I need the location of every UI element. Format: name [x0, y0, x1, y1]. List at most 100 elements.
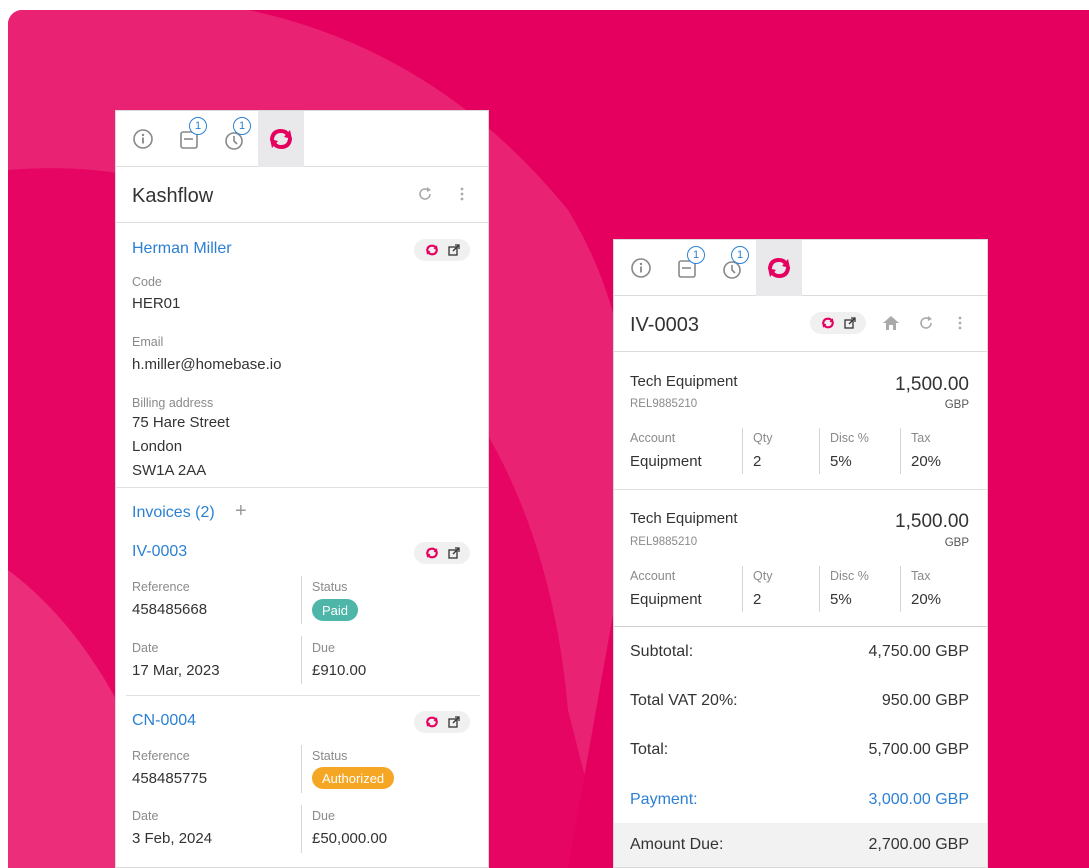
line-item-sku: REL9885210: [630, 536, 698, 548]
qty-label: Qty: [753, 431, 773, 445]
payment-value: 3,000.00 GBP: [868, 791, 969, 808]
line-item-currency: GBP: [944, 537, 969, 549]
contact-open-external-button[interactable]: [448, 244, 460, 256]
tab-info[interactable]: [618, 240, 664, 296]
refresh-button[interactable]: [914, 311, 938, 335]
panel-title: Kashflow: [132, 185, 214, 207]
email-label: Email: [132, 335, 164, 349]
invoice-number-link[interactable]: IV-0003: [132, 543, 187, 561]
divider: [614, 489, 987, 490]
tab-tasks[interactable]: 1: [664, 240, 710, 296]
invoice-actions: [414, 711, 470, 733]
billing-label: Billing address: [132, 396, 214, 410]
tasks-badge: 1: [189, 117, 207, 135]
tab-kashflow[interactable]: [756, 240, 802, 296]
more-button[interactable]: [450, 182, 474, 206]
sync-icon: [270, 128, 292, 150]
vat-label: Total VAT 20%:: [630, 692, 738, 709]
billing-line: SW1A 2AA: [132, 462, 207, 479]
more-button[interactable]: [948, 311, 972, 335]
reference-value: 458485668: [132, 601, 208, 618]
external-link-icon: [844, 317, 856, 329]
invoice-open-external-button[interactable]: [844, 317, 856, 329]
total-value: 5,700.00 GBP: [868, 741, 969, 758]
sync-icon: [822, 317, 834, 329]
refresh-button[interactable]: [413, 182, 437, 206]
info-icon: [133, 129, 153, 149]
qty-label: Qty: [753, 569, 773, 583]
status-label: Status: [312, 749, 348, 763]
external-link-icon: [448, 716, 460, 728]
home-icon: [883, 316, 899, 330]
billing-line: 75 Hare Street: [132, 414, 230, 431]
date-value: 3 Feb, 2024: [132, 830, 213, 847]
contact-panel: 1 1 Kashflow Herman Miller Code HER01 Em…: [115, 110, 489, 868]
invoice-sync-button[interactable]: [820, 316, 836, 330]
activity-badge: 1: [731, 246, 749, 264]
invoice-sync-button[interactable]: [424, 546, 440, 560]
divider: [301, 576, 302, 624]
status-label: Status: [312, 580, 348, 594]
reference-label: Reference: [132, 749, 190, 763]
divider: [116, 487, 488, 488]
refresh-icon: [419, 187, 431, 200]
subtotal-value: 4,750.00 GBP: [868, 643, 969, 660]
divider: [900, 428, 901, 474]
sync-icon: [768, 257, 790, 279]
due-value: £910.00: [312, 662, 367, 679]
tab-tasks[interactable]: 1: [166, 111, 212, 167]
tab-activity[interactable]: 1: [212, 111, 258, 167]
vat-value: 950.00 GBP: [881, 692, 969, 709]
divider: [126, 695, 480, 696]
divider: [819, 566, 820, 612]
tax-value: 20%: [911, 591, 942, 608]
add-invoice-button[interactable]: +: [235, 500, 247, 523]
home-button[interactable]: [879, 311, 903, 335]
divider: [614, 626, 987, 627]
refresh-icon: [920, 316, 932, 329]
line-item-name: Tech Equipment: [630, 510, 738, 527]
external-link-icon: [448, 547, 460, 559]
tab-info[interactable]: [120, 111, 166, 167]
account-value: Equipment: [630, 453, 702, 470]
divider: [301, 636, 302, 684]
date-value: 17 Mar, 2023: [132, 662, 220, 679]
panel-tabs: 1 1: [116, 111, 488, 167]
external-link-icon: [448, 244, 460, 256]
tax-label: Tax: [911, 431, 931, 445]
tax-value: 20%: [911, 453, 942, 470]
tax-label: Tax: [911, 569, 931, 583]
invoice-sync-button[interactable]: [424, 715, 440, 729]
date-label: Date: [132, 641, 159, 655]
contact-sync-button[interactable]: [424, 243, 440, 257]
divider: [301, 805, 302, 853]
account-value: Equipment: [630, 591, 702, 608]
more-vertical-icon: [460, 187, 464, 201]
code-value: HER01: [132, 295, 181, 312]
contact-name-link[interactable]: Herman Miller: [132, 240, 232, 258]
invoice-actions: [810, 312, 866, 334]
disc-value: 5%: [830, 453, 852, 470]
status-badge: Paid: [312, 599, 359, 621]
tasks-badge: 1: [687, 246, 705, 264]
account-label: Account: [630, 431, 676, 445]
tab-activity[interactable]: 1: [710, 240, 756, 296]
payment-label: Payment:: [630, 791, 698, 808]
tab-kashflow[interactable]: [258, 111, 304, 167]
panel-header: Kashflow: [116, 167, 488, 223]
invoice-number-link[interactable]: CN-0004: [132, 712, 196, 730]
qty-value: 2: [753, 591, 762, 608]
invoice-open-external-button[interactable]: [448, 547, 460, 559]
invoice-open-external-button[interactable]: [448, 716, 460, 728]
line-item-currency: GBP: [944, 399, 969, 411]
status-badge: Authorized: [312, 767, 395, 789]
divider: [742, 566, 743, 612]
contact-actions: [414, 239, 470, 261]
line-item-name: Tech Equipment: [630, 373, 738, 390]
account-label: Account: [630, 569, 676, 583]
due-label: Due: [312, 641, 335, 655]
sync-icon: [426, 244, 438, 256]
divider: [900, 566, 901, 612]
panel-tabs: 1 1: [614, 240, 987, 296]
panel-title: IV-0003: [630, 314, 699, 336]
